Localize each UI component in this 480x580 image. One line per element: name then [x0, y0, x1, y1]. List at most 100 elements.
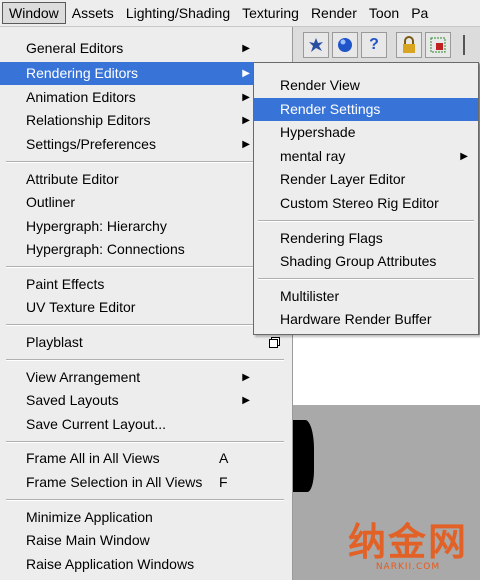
menu-item-label: General Editors: [26, 40, 124, 56]
menu-item-label: Rendering Editors: [26, 65, 139, 81]
menu-item-label: Render Settings: [280, 101, 381, 117]
menu-bar: Window Assets Lighting/Shading Texturing…: [0, 0, 480, 27]
menu-item-label: Render View: [280, 77, 360, 93]
submenu-item-render-view[interactable]: Render View: [254, 74, 478, 97]
menu-item-label: Relationship Editors: [26, 112, 151, 128]
menu-item-raise-application-windows[interactable]: Raise Application Windows: [0, 553, 290, 576]
menu-item-label: Hypergraph: Hierarchy: [26, 218, 167, 234]
submenu-arrow-icon: ▶: [242, 92, 250, 103]
menu-item-animation-editors[interactable]: Animation Editors ▶: [0, 86, 290, 109]
menu-item-label: Paint Effects: [26, 276, 105, 292]
menu-item-label: Hardware Render Buffer: [280, 311, 432, 327]
submenu-arrow-icon: ▶: [242, 139, 250, 150]
menu-separator: [6, 359, 284, 361]
menu-item-label: Hypergraph: Connections: [26, 241, 185, 257]
menu-item-label: Minimize Application: [26, 509, 153, 525]
menu-item-hypergraph-connections[interactable]: Hypergraph: Connections: [0, 238, 290, 261]
menu-item-raise-main-window[interactable]: Raise Main Window: [0, 529, 290, 552]
shelf: ?: [293, 27, 480, 64]
menu-item-label: View Arrangement: [26, 369, 141, 385]
shortcut-label: F: [219, 474, 228, 490]
menu-item-label: Animation Editors: [26, 89, 136, 105]
render-region-icon[interactable]: [425, 32, 451, 58]
menu-item-uv-texture-editor[interactable]: UV Texture Editor: [0, 296, 290, 319]
viewport-panel: [293, 335, 480, 405]
menu-item-label: Playblast: [26, 334, 83, 350]
menu-item-label: Attribute Editor: [26, 171, 119, 187]
submenu-arrow-icon: ▶: [242, 115, 250, 126]
watermark-brand: 纳金网: [347, 519, 468, 564]
submenu-item-hardware-render-buffer[interactable]: Hardware Render Buffer: [254, 308, 478, 331]
menu-render[interactable]: Render: [305, 2, 363, 24]
submenu-arrow-icon: ▶: [242, 43, 250, 54]
menu-item-saved-layouts[interactable]: Saved Layouts ▶: [0, 389, 290, 412]
menu-texturing[interactable]: Texturing: [236, 2, 305, 24]
submenu-item-hypershade[interactable]: Hypershade: [254, 121, 478, 144]
submenu-item-render-settings[interactable]: Render Settings: [254, 98, 478, 121]
submenu-arrow-icon: ▶: [242, 68, 250, 79]
shelf-divider: [463, 35, 465, 55]
viewport-object: [292, 420, 314, 492]
menu-item-label: mental ray: [280, 148, 346, 164]
menu-item-hypergraph-hierarchy[interactable]: Hypergraph: Hierarchy: [0, 215, 290, 238]
menu-item-label: Outliner: [26, 194, 76, 210]
window-menu-dropdown: General Editors ▶ Rendering Editors ▶ An…: [0, 27, 293, 580]
menu-separator: [6, 266, 284, 268]
menu-item-minimize-application[interactable]: Minimize Application: [0, 506, 290, 529]
menu-item-label: Frame All in All Views: [26, 450, 160, 466]
shortcut-label: A: [219, 450, 229, 466]
help-icon[interactable]: ?: [361, 32, 387, 58]
menu-item-playblast[interactable]: Playblast: [0, 331, 290, 354]
menu-separator: [6, 324, 284, 326]
lock-icon[interactable]: [396, 32, 422, 58]
paint-effects-icon[interactable]: [303, 32, 329, 58]
submenu-arrow-icon: ▶: [460, 151, 468, 162]
menu-separator: [6, 499, 284, 501]
menu-item-outliner[interactable]: Outliner: [0, 191, 290, 214]
menu-separator: [6, 161, 284, 163]
menu-item-label: Shading Group Attributes: [280, 253, 437, 269]
menu-item-settings-preferences[interactable]: Settings/Preferences ▶: [0, 133, 290, 156]
menu-item-relationship-editors[interactable]: Relationship Editors ▶: [0, 109, 290, 132]
menu-item-label: Rendering Flags: [280, 230, 383, 246]
menu-item-label: Custom Stereo Rig Editor: [280, 195, 439, 211]
menu-item-label: Hypershade: [280, 124, 356, 140]
menu-item-label: Frame Selection in All Views: [26, 474, 203, 490]
submenu-item-rendering-flags[interactable]: Rendering Flags: [254, 227, 478, 250]
submenu-arrow-icon: ▶: [242, 395, 250, 406]
rendering-editors-submenu: Render View Render Settings Hypershade m…: [253, 62, 479, 335]
menu-lighting-shading[interactable]: Lighting/Shading: [120, 2, 236, 24]
menu-item-label: Raise Application Windows: [26, 556, 195, 572]
menu-pa-truncated[interactable]: Pa: [405, 2, 434, 24]
menu-assets[interactable]: Assets: [66, 2, 120, 24]
menu-separator: [258, 278, 474, 280]
menu-item-rendering-editors[interactable]: Rendering Editors ▶: [0, 62, 290, 85]
submenu-item-render-layer-editor[interactable]: Render Layer Editor: [254, 168, 478, 191]
sphere-icon[interactable]: [332, 32, 358, 58]
watermark-logo: 纳金网 NARKII.COM: [347, 519, 468, 573]
menu-separator: [258, 220, 474, 222]
submenu-item-shading-group-attributes[interactable]: Shading Group Attributes: [254, 250, 478, 273]
menu-item-label: Save Current Layout...: [26, 416, 167, 432]
menu-item-paint-effects[interactable]: Paint Effects: [0, 273, 290, 296]
submenu-item-mental-ray[interactable]: mental ray ▶: [254, 145, 478, 168]
menu-item-attribute-editor[interactable]: Attribute Editor: [0, 168, 290, 191]
menu-item-frame-selection[interactable]: Frame Selection in All Views F: [0, 471, 290, 494]
menu-item-label: Raise Main Window: [26, 532, 150, 548]
menu-item-general-editors[interactable]: General Editors ▶: [0, 37, 290, 60]
submenu-item-multilister[interactable]: Multilister: [254, 285, 478, 308]
menu-item-label: Render Layer Editor: [280, 171, 406, 187]
menu-window[interactable]: Window: [2, 2, 66, 24]
menu-separator: [6, 441, 284, 443]
menu-item-save-current-layout[interactable]: Save Current Layout...: [0, 413, 290, 436]
menu-item-label: Settings/Preferences: [26, 136, 156, 152]
option-box-icon[interactable]: [269, 337, 280, 348]
menu-item-label: Multilister: [280, 288, 340, 304]
menu-item-label: UV Texture Editor: [26, 299, 136, 315]
menu-item-frame-all[interactable]: Frame All in All Views A: [0, 447, 290, 470]
menu-toon[interactable]: Toon: [363, 2, 405, 24]
submenu-item-custom-stereo-rig-editor[interactable]: Custom Stereo Rig Editor: [254, 192, 478, 215]
submenu-arrow-icon: ▶: [242, 372, 250, 383]
menu-item-view-arrangement[interactable]: View Arrangement ▶: [0, 366, 290, 389]
menu-item-label: Saved Layouts: [26, 392, 119, 408]
